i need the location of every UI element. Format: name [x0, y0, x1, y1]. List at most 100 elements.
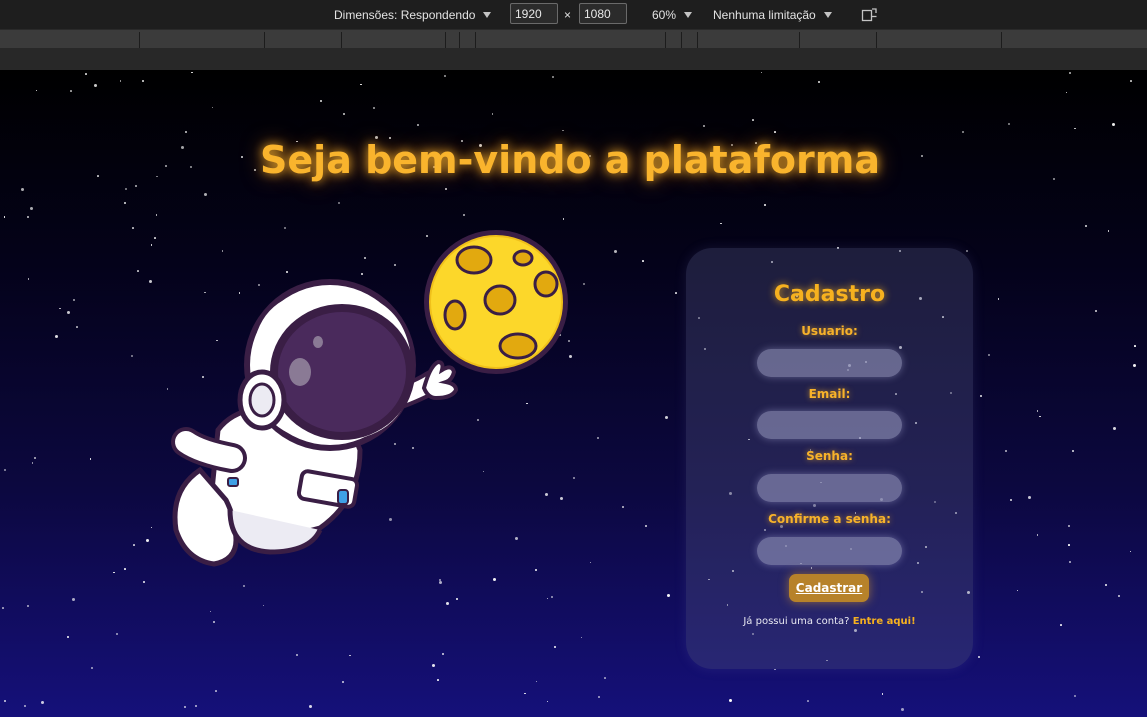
star: [209, 610, 212, 613]
star: [67, 636, 70, 639]
dimensions-dropdown[interactable]: Dimensões: Respondendo: [334, 0, 492, 29]
chevron-down-icon: [684, 11, 693, 18]
star: [91, 666, 94, 669]
star: [1074, 694, 1077, 697]
star: [1112, 427, 1116, 431]
star: [455, 597, 458, 600]
devtools-toolbar: Dimensões: Respondendo × 60% Nenhuma lim…: [0, 0, 1147, 29]
star: [1010, 498, 1013, 501]
star: [598, 696, 601, 699]
star: [664, 415, 668, 419]
star: [1133, 363, 1137, 367]
star: [524, 692, 526, 695]
moon-icon: [424, 230, 568, 374]
star: [1068, 71, 1071, 74]
astronaut-illustration: [171, 230, 568, 567]
confirm-password-input[interactable]: [757, 537, 902, 565]
star: [900, 708, 904, 712]
register-card: Cadastro Usuario: Email: Senha: Confirme…: [686, 248, 973, 669]
star: [666, 594, 670, 598]
star: [760, 71, 763, 74]
star: [446, 602, 450, 605]
star: [194, 704, 197, 707]
star: [881, 693, 884, 695]
throttle-label: Nenhuma limitação: [713, 7, 816, 22]
login-prompt-text: Já possui uma conta?: [743, 616, 850, 627]
email-input[interactable]: [757, 411, 902, 439]
astronaut-icon: [171, 279, 459, 567]
media-query-ruler[interactable]: [0, 29, 1147, 48]
star: [1016, 589, 1019, 592]
star: [774, 131, 776, 133]
throttle-dropdown[interactable]: Nenhuma limitação: [713, 0, 832, 29]
star: [962, 130, 965, 133]
email-label: Email:: [808, 387, 851, 401]
times-sign: ×: [564, 7, 572, 22]
zoom-label: 60%: [652, 7, 677, 22]
star: [763, 203, 766, 206]
password-label: Senha:: [806, 449, 853, 463]
star: [1060, 624, 1062, 626]
zoom-dropdown[interactable]: 60%: [652, 0, 693, 29]
star: [818, 80, 821, 83]
star: [1107, 230, 1110, 232]
star: [580, 636, 583, 639]
star: [1068, 544, 1070, 546]
rotate-button[interactable]: [861, 0, 879, 29]
login-link[interactable]: Entre aqui!: [853, 616, 916, 627]
star: [215, 690, 217, 692]
register-button[interactable]: Cadastrar: [789, 574, 869, 602]
star: [40, 701, 44, 705]
star: [978, 655, 981, 658]
star: [1072, 449, 1075, 452]
star: [1129, 550, 1132, 553]
user-input[interactable]: [757, 349, 902, 377]
star: [432, 664, 436, 668]
star: [437, 679, 439, 681]
star: [621, 505, 624, 508]
star: [441, 653, 444, 656]
password-input[interactable]: [757, 474, 902, 502]
star: [546, 597, 549, 600]
rotate-icon: [861, 7, 877, 21]
star: [1095, 310, 1098, 313]
star: [1105, 584, 1108, 587]
star: [752, 119, 754, 121]
star: [1134, 345, 1136, 347]
star: [213, 621, 216, 624]
star: [1036, 410, 1039, 412]
star: [997, 298, 1000, 300]
star: [1130, 80, 1132, 82]
star: [551, 595, 554, 598]
dimensions-label: Dimensões: Respondendo: [334, 7, 476, 22]
star: [1005, 449, 1008, 452]
star: [807, 700, 809, 702]
star: [642, 260, 644, 262]
star: [1068, 561, 1071, 564]
star: [720, 222, 722, 225]
star: [1036, 534, 1039, 536]
star: [72, 598, 76, 602]
height-input[interactable]: [579, 3, 627, 24]
star: [4, 700, 7, 703]
login-prompt: Já possui uma conta? Entre aqui!: [686, 616, 973, 627]
device-frame-gap: [0, 48, 1147, 70]
star: [1074, 127, 1076, 130]
width-input[interactable]: [510, 3, 558, 24]
star: [535, 680, 538, 683]
star: [1065, 91, 1068, 94]
star: [1118, 594, 1121, 597]
star: [644, 524, 647, 527]
page-viewport: Seja bem-vindo a plataforma Cadastro Usu…: [0, 70, 1147, 717]
star: [349, 654, 351, 657]
star: [604, 677, 606, 679]
star: [1067, 524, 1070, 527]
chevron-down-icon: [823, 11, 832, 18]
star: [614, 249, 618, 253]
star: [979, 395, 982, 398]
confirm-password-label: Confirme a senha:: [768, 512, 891, 526]
user-label: Usuario:: [801, 324, 858, 338]
star: [965, 249, 968, 252]
star: [1039, 415, 1041, 418]
star: [1085, 224, 1088, 227]
